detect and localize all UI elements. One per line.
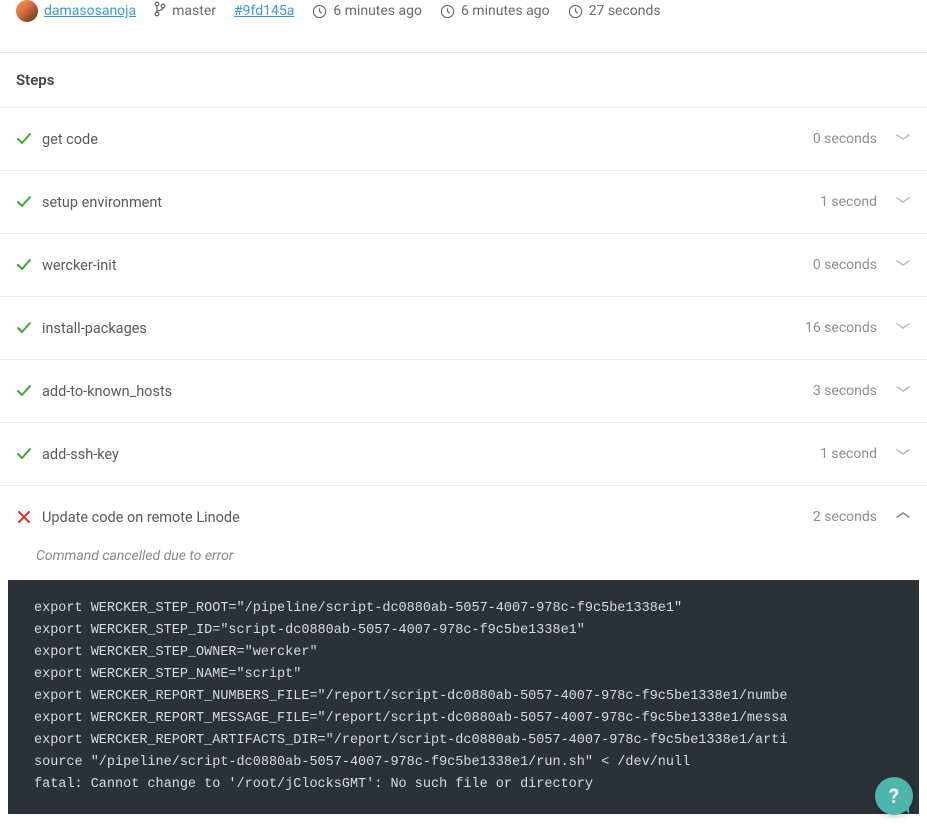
- branch-icon: [154, 1, 166, 21]
- step-name: setup environment: [42, 194, 820, 211]
- help-icon: ?: [889, 784, 899, 808]
- terminal-output: export WERCKER_STEP_ROOT="/pipeline/scri…: [8, 580, 919, 814]
- clock-icon: [568, 4, 583, 19]
- step-name: install-packages: [42, 320, 805, 337]
- username-link[interactable]: damasosanoja: [44, 3, 136, 19]
- chevron-down-icon: [895, 192, 911, 212]
- help-button[interactable]: ?: [875, 777, 913, 815]
- chevron-down-icon: [895, 318, 911, 338]
- time-started: 6 minutes ago: [312, 3, 422, 19]
- step-row[interactable]: setup environment1 second: [0, 170, 927, 233]
- time-finished: 6 minutes ago: [440, 3, 550, 19]
- step-row[interactable]: get code0 seconds: [0, 107, 927, 170]
- commit-link[interactable]: #9fd145a: [234, 3, 294, 19]
- step-duration: 3 seconds: [813, 383, 877, 399]
- clock-icon: [312, 4, 327, 19]
- time-started-value: 6 minutes ago: [333, 3, 422, 19]
- author-info: damasosanoja: [16, 0, 136, 22]
- check-icon: [16, 257, 32, 273]
- chevron-up-icon: [895, 507, 911, 527]
- step-duration: 1 second: [820, 194, 877, 210]
- step-row[interactable]: install-packages16 seconds: [0, 296, 927, 359]
- chevron-down-icon: [895, 255, 911, 275]
- step-row[interactable]: wercker-init0 seconds: [0, 233, 927, 296]
- time-duration: 27 seconds: [568, 3, 661, 19]
- branch-name: master: [172, 3, 216, 19]
- branch-info: master: [154, 1, 216, 21]
- step-duration: 16 seconds: [805, 320, 877, 336]
- time-duration-value: 27 seconds: [589, 3, 661, 19]
- step-name: get code: [42, 131, 813, 148]
- clock-icon: [440, 4, 455, 19]
- avatar: [16, 0, 38, 22]
- step-duration: 2 seconds: [813, 509, 877, 525]
- check-icon: [16, 194, 32, 210]
- chevron-down-icon: [895, 129, 911, 149]
- steps-list: get code0 secondssetup environment1 seco…: [0, 107, 927, 814]
- step-duration: 1 second: [820, 446, 877, 462]
- step-name: add-to-known_hosts: [42, 383, 813, 400]
- check-icon: [16, 446, 32, 462]
- step-name: Update code on remote Linode: [42, 509, 813, 526]
- build-header: damasosanoja master #9fd145a 6 minutes a…: [0, 0, 927, 52]
- chevron-down-icon: [895, 444, 911, 464]
- check-icon: [16, 131, 32, 147]
- step-duration: 0 seconds: [813, 131, 877, 147]
- step-duration: 0 seconds: [813, 257, 877, 273]
- step-name: wercker-init: [42, 257, 813, 274]
- steps-heading: Steps: [0, 53, 927, 107]
- step-row[interactable]: add-ssh-key1 second: [0, 422, 927, 485]
- check-icon: [16, 320, 32, 336]
- step-error-message: Command cancelled due to error: [0, 548, 927, 580]
- step-row[interactable]: add-to-known_hosts3 seconds: [0, 359, 927, 422]
- check-icon: [16, 383, 32, 399]
- step-name: add-ssh-key: [42, 446, 820, 463]
- x-icon: [16, 509, 32, 525]
- time-finished-value: 6 minutes ago: [461, 3, 550, 19]
- step-row[interactable]: Update code on remote Linode2 seconds: [0, 485, 927, 548]
- chevron-down-icon: [895, 381, 911, 401]
